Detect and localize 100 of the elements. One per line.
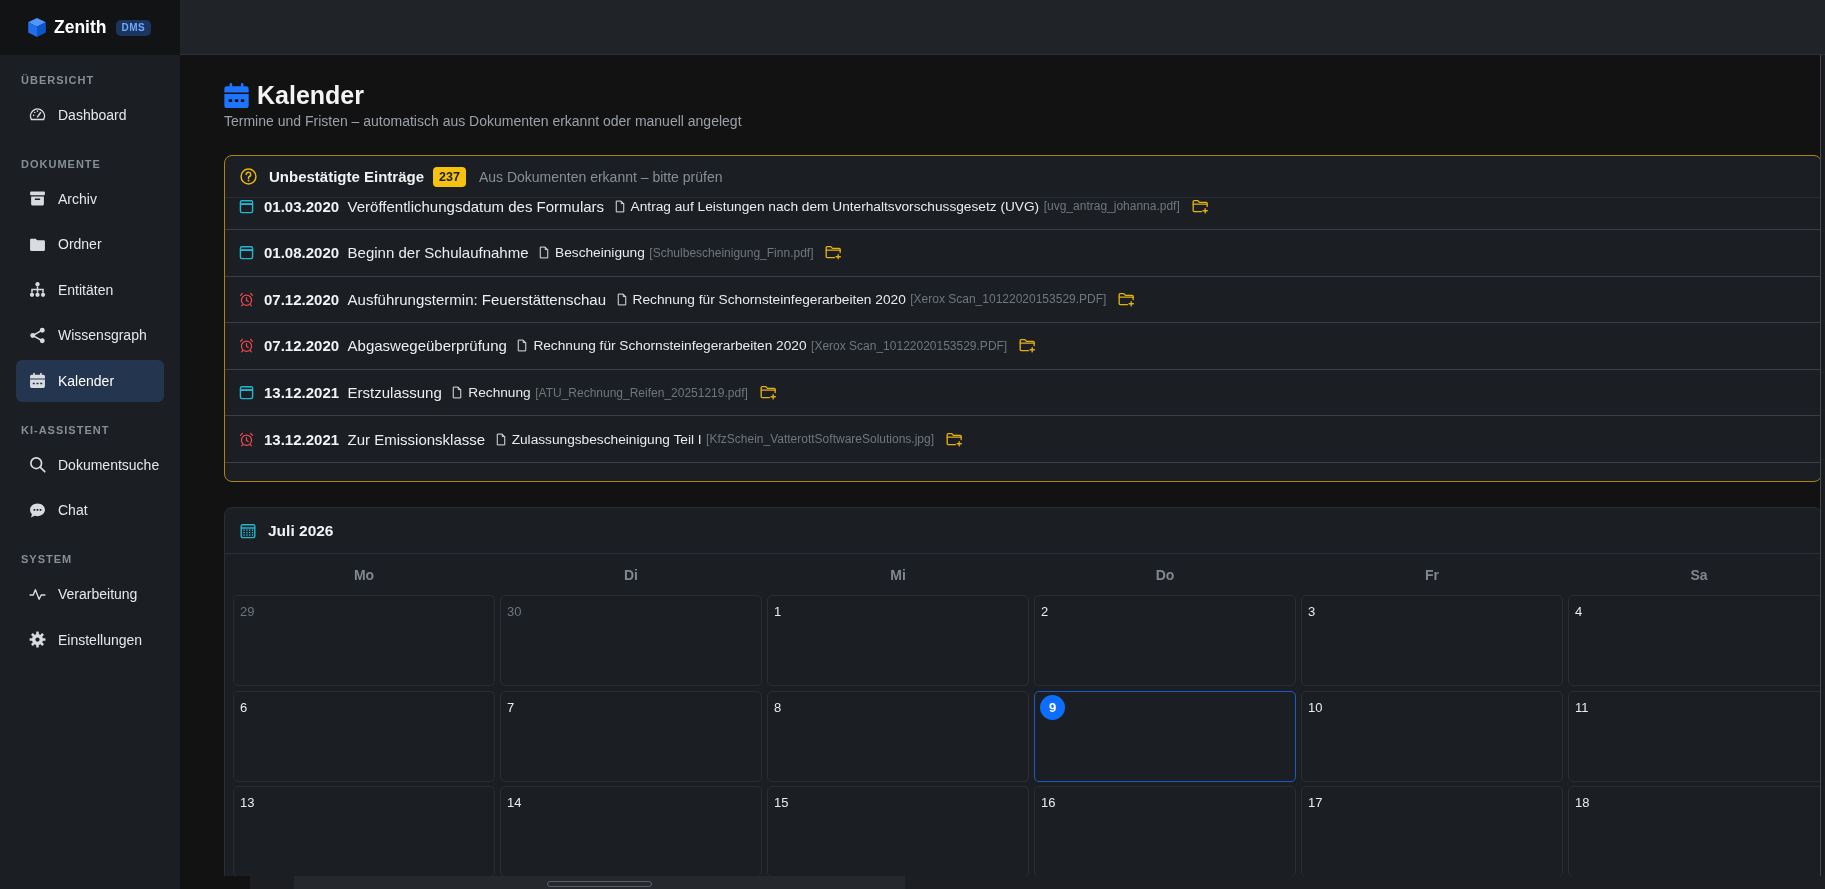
folder-plus-icon[interactable] <box>946 431 963 447</box>
page-title: Kalender <box>257 82 364 108</box>
file-icon <box>614 199 625 213</box>
cube-icon <box>28 18 46 37</box>
page-subtitle: Termine und Fristen – automatisch aus Dokumenten erkannt oder manuell angelegt <box>224 112 743 130</box>
entry-date: 07.12.2020 <box>264 337 340 355</box>
weekday-label: Fr <box>1424 566 1440 583</box>
weekday-label: Mi <box>889 566 907 583</box>
section-hint: Aus Dokumenten erkannt – bitte prüfen <box>478 168 723 185</box>
calendar-icon <box>29 372 46 389</box>
search-icon <box>29 456 46 473</box>
section-label: SYSTEM <box>20 552 74 566</box>
folder-plus-icon[interactable] <box>825 245 843 261</box>
alarm-clock-icon <box>239 338 254 354</box>
sidebar-item[interactable]: Einstellungen <box>16 618 164 661</box>
section-title: Unbestätigte Einträge <box>269 168 425 185</box>
share-icon <box>29 326 46 344</box>
sidebar-item[interactable]: Dokumentsuche <box>16 443 164 486</box>
calendar-icon <box>240 522 256 539</box>
entry-date: 13.12.2021 <box>264 430 340 448</box>
day-number: 6 <box>239 698 249 717</box>
sidebar-item[interactable]: Verarbeitung <box>16 573 164 615</box>
day-cell[interactable]: 10 <box>1301 690 1563 782</box>
day-number: 16 <box>1040 794 1057 812</box>
folder-plus-icon[interactable] <box>1118 291 1136 307</box>
day-number: 11 <box>1574 698 1590 717</box>
document-title[interactable]: Rechnung <box>468 385 531 401</box>
file-name: [Xerox Scan_10122020153529.PDF] <box>910 292 1107 307</box>
section-label: DOKUMENTE <box>20 156 102 171</box>
app-name: Zenith <box>54 17 107 38</box>
entry-title: Abgaswegeüberprüfung <box>347 337 507 355</box>
day-number: 7 <box>506 698 516 717</box>
day-cell[interactable]: 30 <box>500 595 762 686</box>
entry-date: 13.12.2021 <box>264 384 340 402</box>
day-number: 17 <box>1307 794 1324 812</box>
day-number: 2 <box>1040 603 1050 621</box>
file-icon <box>495 432 506 446</box>
sidebar-item[interactable]: Ordner <box>16 223 164 265</box>
sidebar-item[interactable]: Wissensgraph <box>16 314 164 356</box>
chat-bubble-icon <box>29 501 46 519</box>
weekday-label: Do <box>1154 566 1176 583</box>
document-title[interactable]: Antrag auf Leistungen nach dem Unterhaltsvorschussgesetz (UVG) <box>630 198 1040 214</box>
day-number: 29 <box>239 603 256 621</box>
document-title[interactable]: Zulassungsbescheinigung Teil I <box>511 431 702 447</box>
file-icon <box>452 386 463 400</box>
entry-date: 01.03.2020 <box>264 198 340 215</box>
day-number: 8 <box>773 698 783 717</box>
file-name: [uvg_antrag_johanna.pdf] <box>1043 199 1180 214</box>
entry-date: 07.12.2020 <box>264 290 340 308</box>
weekday-label: Mo <box>352 566 376 583</box>
file-name: [ATU_Rechnung_Reifen_20251219.pdf] <box>535 385 748 400</box>
sidebar-item[interactable]: Kalender <box>16 359 164 402</box>
day-number: 13 <box>239 794 256 812</box>
sidebar-item[interactable]: Entitäten <box>16 268 164 311</box>
entry-title: Ausführungstermin: Feuerstättenschau <box>347 290 607 308</box>
scrollbar-thumb[interactable] <box>547 881 652 887</box>
sidebar-item[interactable]: Dashboard <box>16 93 164 136</box>
sidebar-item[interactable]: Archiv <box>16 177 164 220</box>
day-cell[interactable]: 8 <box>767 690 1029 782</box>
gauge-icon <box>29 106 46 123</box>
calendar-icon <box>224 82 249 108</box>
file-name: [Xerox Scan_10122020153529.PDF] <box>811 339 1008 353</box>
file-icon <box>517 339 528 353</box>
section-label: KI-ASSISTENT <box>20 422 111 437</box>
folder-plus-icon[interactable] <box>759 385 777 401</box>
day-cell[interactable]: 3 <box>1301 595 1563 686</box>
count-badge: 237 <box>433 166 466 187</box>
day-cell[interactable]: 9 <box>1034 690 1296 782</box>
month-title: Juli 2026 <box>268 521 334 540</box>
calendar-icon <box>239 198 254 214</box>
day-number: 1 <box>773 603 783 621</box>
product-badge: DMS <box>115 19 152 36</box>
day-number: 10 <box>1307 698 1324 717</box>
day-cell[interactable]: 7 <box>500 690 762 782</box>
day-cell[interactable]: 2 <box>1034 595 1296 686</box>
day-cell[interactable]: 29 <box>233 595 495 686</box>
day-number: 9 <box>1040 694 1065 720</box>
archive-box-icon <box>29 190 46 207</box>
day-cell[interactable]: 6 <box>233 690 495 782</box>
hierarchy-icon <box>29 281 46 298</box>
day-number: 14 <box>506 794 523 812</box>
sidebar-item[interactable]: Chat <box>16 489 164 531</box>
entry-date: 01.08.2020 <box>264 244 340 262</box>
question-circle-icon <box>240 168 257 185</box>
file-icon <box>539 246 550 260</box>
calendar-icon <box>239 245 254 261</box>
day-number: 3 <box>1307 603 1317 621</box>
document-title[interactable]: Rechnung für Schornsteinfegerarbeiten 2020 <box>632 291 906 307</box>
day-cell[interactable]: 1 <box>767 595 1029 686</box>
entry-title: Beginn der Schulaufnahme <box>347 244 529 262</box>
alarm-clock-icon <box>239 291 254 307</box>
day-number: 4 <box>1574 603 1584 621</box>
folder-plus-icon[interactable] <box>1019 338 1037 354</box>
settings-icon <box>29 631 46 648</box>
calendar-icon <box>239 385 254 401</box>
file-icon <box>616 292 627 306</box>
document-title[interactable]: Bescheinigung <box>555 245 645 261</box>
day-number: 15 <box>773 794 790 812</box>
document-title[interactable]: Rechnung für Schornsteinfegerarbeiten 2020 <box>533 338 807 354</box>
folder-plus-icon[interactable] <box>1191 198 1209 214</box>
